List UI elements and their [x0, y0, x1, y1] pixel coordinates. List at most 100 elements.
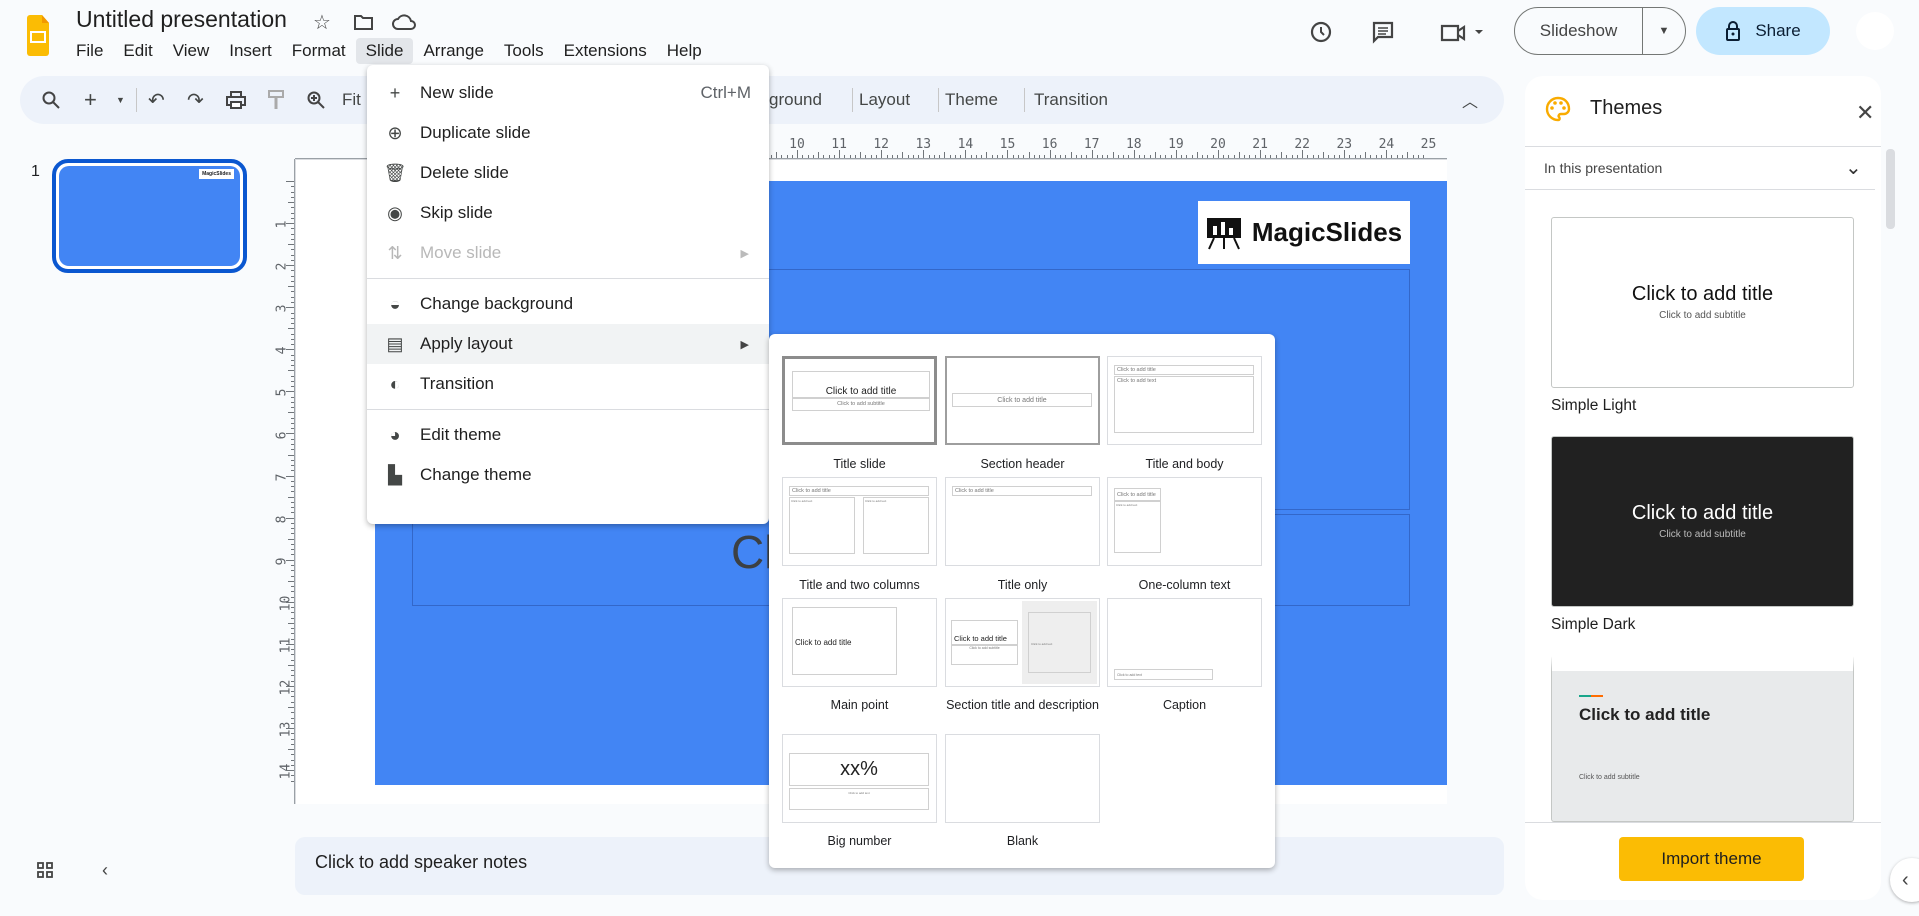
ruler-tick — [291, 712, 294, 714]
layout-title-only[interactable]: Click to add title — [945, 477, 1100, 566]
layout-one-column-text[interactable]: Click to add title Click to add text — [1107, 477, 1262, 566]
ruler-tick — [291, 422, 294, 424]
ruler-number: 10 — [278, 595, 294, 612]
paint-format-icon[interactable] — [268, 88, 284, 112]
layout-caption[interactable]: Click to add text — [1107, 598, 1262, 687]
menu-item-duplicate-slide[interactable]: ⊕ Duplicate slide — [367, 113, 769, 153]
menu-item-skip-slide[interactable]: ◉ Skip slide — [367, 193, 769, 233]
ruler-tick — [1018, 155, 1019, 158]
transition-button[interactable]: Transition — [1034, 88, 1108, 112]
theme-card-streamline[interactable]: Click to add title Click to add subtitle — [1551, 655, 1854, 822]
ruler-tick — [291, 659, 294, 661]
ruler-tick — [918, 155, 920, 158]
layout-section-header[interactable]: Click to add title — [945, 356, 1100, 445]
themes-scrollbar[interactable] — [1886, 149, 1895, 229]
theme-card-simple-light[interactable]: Click to add title Click to add subtitle — [1551, 217, 1854, 388]
zoom-fit-select[interactable]: Fit — [342, 88, 361, 112]
ruler-tick — [1359, 155, 1361, 158]
ruler-tick — [1259, 150, 1261, 158]
menu-item-change-background[interactable]: ◒ Change background — [367, 284, 769, 324]
background-button[interactable]: ground — [769, 88, 822, 112]
star-icon[interactable]: ☆ — [310, 10, 334, 34]
layout-title-and-body[interactable]: Click to add title Click to add text — [1107, 356, 1262, 445]
layout-title-slide[interactable]: Click to add title Click to add subtitle — [782, 356, 937, 445]
search-menus-icon[interactable] — [42, 88, 60, 112]
layout-section-title-and-description[interactable]: Click to add title Click to add subtitle C… — [945, 598, 1100, 687]
collapse-filmstrip-icon[interactable]: ‹ — [95, 860, 115, 880]
new-slide-dropdown-icon[interactable]: ▼ — [116, 88, 125, 112]
ruler-tick — [1117, 155, 1119, 158]
layout-big-number[interactable]: xx% Click to add text — [782, 734, 937, 823]
ruler-number: 7 — [274, 473, 290, 482]
cloud-saved-icon[interactable] — [391, 10, 417, 34]
ruler-tick — [1223, 155, 1225, 158]
theme-filter-select[interactable]: In this presentation ⌄ — [1525, 147, 1875, 190]
menu-item-transition[interactable]: ◐ Transition — [367, 364, 769, 404]
theme-subtitle: Click to add subtitle — [1659, 529, 1746, 540]
menu-item-change-theme[interactable]: ▙ Change theme — [367, 455, 769, 495]
menu-item-label: New slide — [420, 83, 494, 102]
ruler-tick — [1112, 152, 1114, 158]
close-themes-icon[interactable]: ✕ — [1856, 100, 1874, 126]
ruler-tick — [1044, 155, 1046, 158]
menu-divider — [367, 409, 769, 410]
menu-item-label: Transition — [420, 374, 495, 393]
ruler-tick — [802, 155, 804, 158]
move-folder-icon[interactable] — [352, 10, 376, 34]
account-avatar[interactable] — [1856, 12, 1894, 50]
ruler-tick — [1091, 150, 1093, 158]
layout-blank[interactable] — [945, 734, 1100, 823]
menu-format[interactable]: Format — [282, 38, 356, 64]
theme-card-simple-dark[interactable]: Click to add title Click to add subtitle — [1551, 436, 1854, 607]
ruler-tick — [291, 612, 294, 614]
ruler-tick — [1270, 155, 1272, 158]
print-icon[interactable] — [226, 88, 246, 112]
slideshow-dropdown-icon[interactable]: ▼ — [1643, 25, 1685, 37]
menu-extensions[interactable]: Extensions — [554, 38, 657, 64]
menu-item-apply-layout[interactable]: ▤ Apply layout ▶ — [367, 324, 769, 364]
menu-edit[interactable]: Edit — [113, 38, 162, 64]
ruler-tick — [1417, 155, 1419, 158]
menu-insert[interactable]: Insert — [219, 38, 282, 64]
ruler-tick — [291, 344, 294, 346]
undo-icon[interactable]: ↶ — [148, 88, 165, 112]
ruler-tick — [791, 155, 793, 158]
redo-icon[interactable]: ↷ — [187, 88, 204, 112]
layout-main-point[interactable]: Click to add title — [782, 598, 937, 687]
document-title[interactable]: Untitled presentation — [76, 6, 287, 33]
version-history-icon[interactable] — [1307, 18, 1335, 46]
slides-logo[interactable] — [27, 15, 49, 56]
menu-file[interactable]: File — [66, 38, 113, 64]
menu-view[interactable]: View — [163, 38, 220, 64]
menu-tools[interactable]: Tools — [494, 38, 554, 64]
new-slide-plus-icon[interactable]: + — [84, 87, 97, 112]
menu-slide[interactable]: Slide — [355, 38, 414, 64]
layout-title-and-two-columns[interactable]: Click to add title Click to add text Click… — [782, 477, 937, 566]
menu-item-new-slide[interactable]: + New slide Ctrl+M — [367, 73, 769, 113]
filmstrip-slide-thumbnail[interactable]: MagicSlides — [52, 159, 247, 273]
ruler-tick — [291, 212, 294, 214]
ruler-tick — [291, 465, 294, 467]
zoom-icon[interactable] — [307, 88, 325, 112]
menu-item-edit-theme[interactable]: ◕ Edit theme — [367, 415, 769, 455]
grid-view-icon[interactable] — [35, 860, 55, 880]
menu-help[interactable]: Help — [657, 38, 712, 64]
slideshow-button[interactable]: Slideshow ▼ — [1514, 7, 1686, 55]
vertical-ruler[interactable]: 1 2 3 4 5 6 7 8 9 10 11 12 13 14 — [274, 159, 295, 804]
ruler-tick — [1249, 155, 1251, 158]
comments-icon[interactable] — [1369, 18, 1397, 46]
share-button[interactable]: Share — [1696, 7, 1830, 55]
layout-button[interactable]: Layout — [859, 88, 910, 112]
placeholder: Click to add text — [1114, 501, 1161, 553]
import-theme-button[interactable]: Import theme — [1619, 837, 1804, 881]
lock-icon — [1726, 21, 1741, 41]
collapse-toolbar-icon[interactable]: ︿ — [1462, 88, 1478, 112]
theme-button[interactable]: Theme — [945, 88, 998, 112]
ruler-tick — [1286, 155, 1288, 158]
menu-item-delete-slide[interactable]: 🗑 Delete slide — [367, 153, 769, 193]
expand-side-panel-icon[interactable]: ‹ — [1890, 858, 1919, 902]
meet-camera-icon[interactable] — [1436, 18, 1488, 46]
slide-logo[interactable]: MagicSlides — [1198, 201, 1410, 264]
ruler-tick — [886, 155, 888, 158]
menu-arrange[interactable]: Arrange — [413, 38, 493, 64]
